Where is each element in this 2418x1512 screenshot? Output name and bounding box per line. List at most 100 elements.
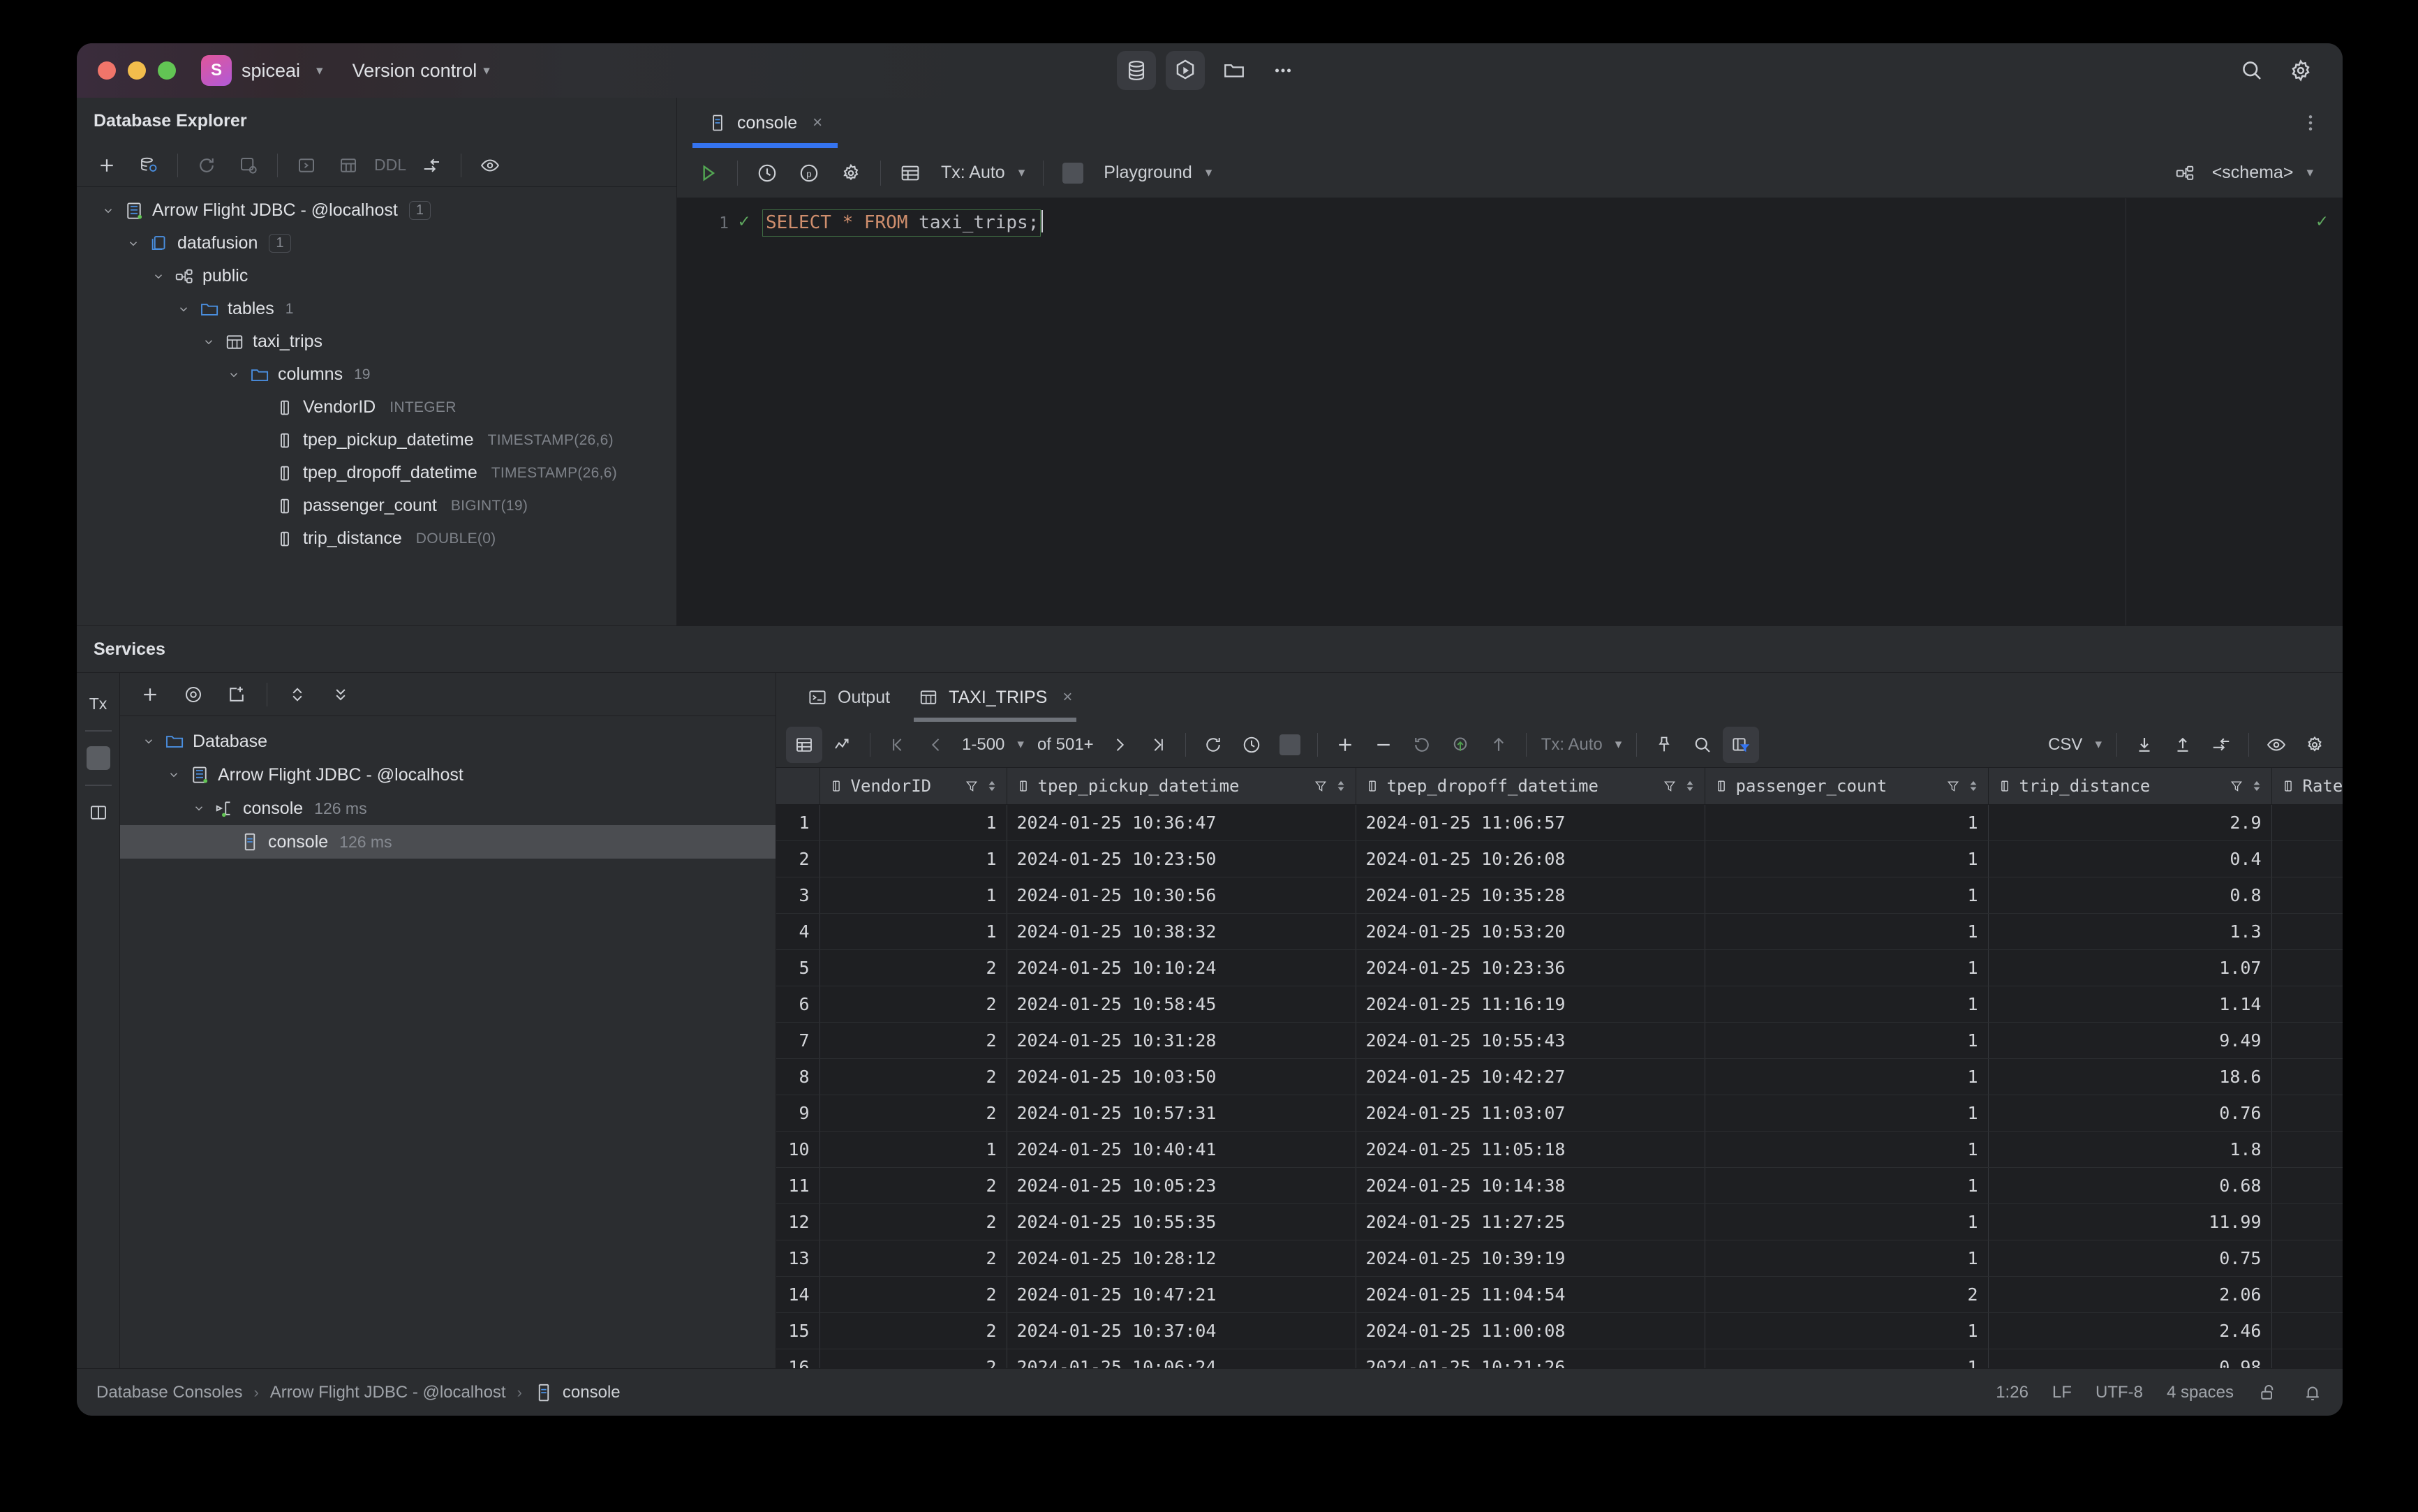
chevron-down-icon[interactable] [162, 769, 186, 781]
indent-setting[interactable]: 4 spaces [2167, 1383, 2234, 1402]
submit-icon[interactable] [1442, 727, 1478, 763]
row-number-cell[interactable]: 9 [776, 1095, 820, 1132]
chevron-down-icon[interactable] [96, 205, 120, 217]
version-control-menu[interactable]: Version control ▾ [353, 60, 490, 82]
cell-pickup-datetime[interactable]: 2024-01-25 10:40:41 [1007, 1131, 1356, 1168]
parameters-icon[interactable]: p [789, 154, 829, 193]
stop-icon[interactable] [1272, 727, 1308, 763]
row-number-cell[interactable]: 15 [776, 1312, 820, 1349]
search-icon[interactable] [2239, 58, 2264, 83]
run-icon[interactable] [688, 154, 727, 193]
cell-passenger-count[interactable]: 1 [1705, 1022, 1989, 1059]
table-row[interactable]: 11 2 2024-01-25 10:05:23 2024-01-25 10:14:3… [776, 1167, 2343, 1204]
cell-vendorid[interactable]: 1 [819, 877, 1007, 914]
cell-rate[interactable] [2271, 1022, 2343, 1059]
cell-dropoff-datetime[interactable]: 2024-01-25 10:35:28 [1356, 877, 1705, 914]
chevron-down-icon[interactable] [121, 237, 145, 250]
cell-rate[interactable] [2271, 1312, 2343, 1349]
revert-icon[interactable] [1404, 727, 1440, 763]
settings-icon[interactable] [831, 154, 870, 193]
cell-passenger-count[interactable]: 1 [1705, 1349, 1989, 1368]
cell-pickup-datetime[interactable]: 2024-01-25 10:55:35 [1007, 1203, 1356, 1240]
cell-pickup-datetime[interactable]: 2024-01-25 10:31:28 [1007, 1022, 1356, 1059]
history-icon[interactable] [748, 154, 787, 193]
db-tree-item[interactable]: tpep_pickup_datetime TIMESTAMP(26,6) [77, 424, 676, 457]
table-editor-icon[interactable] [329, 147, 367, 184]
cell-vendorid[interactable]: 1 [819, 840, 1007, 877]
preview-icon[interactable] [175, 676, 212, 713]
cell-dropoff-datetime[interactable]: 2024-01-25 10:55:43 [1356, 1022, 1705, 1059]
cell-trip-distance[interactable]: 2.46 [1988, 1312, 2272, 1349]
code-text[interactable]: SELECT * FROM taxi_trips; ✓ [737, 198, 2343, 625]
sql-code-area[interactable]: 1 ✓ SELECT * FROM taxi_trips; ✓ [677, 198, 2343, 625]
last-page-icon[interactable] [1140, 727, 1176, 763]
cell-passenger-count[interactable]: 2 [1705, 1276, 1989, 1313]
services-tree-item[interactable]: Arrow Flight JDBC - @localhost [120, 758, 776, 792]
collapse-all-icon[interactable] [322, 676, 359, 713]
cell-dropoff-datetime[interactable]: 2024-01-25 11:03:07 [1356, 1095, 1705, 1132]
breadcrumb-item[interactable]: Database Consoles [96, 1383, 242, 1402]
cell-rate[interactable] [2271, 913, 2343, 950]
cell-pickup-datetime[interactable]: 2024-01-25 10:10:24 [1007, 949, 1356, 986]
table-row[interactable]: 7 2 2024-01-25 10:31:28 2024-01-25 10:55:43… [776, 1022, 2343, 1059]
chevron-down-icon[interactable] [222, 369, 246, 381]
row-number-cell[interactable]: 1 [776, 804, 820, 841]
row-number-cell[interactable]: 13 [776, 1240, 820, 1277]
sync-icon[interactable] [230, 147, 267, 184]
table-header-row[interactable]: VendorID tpep_pickup_datetime tpep_dropoff… [776, 768, 2343, 805]
column-header-tpep_dropoff_datetime[interactable]: tpep_dropoff_datetime [1356, 768, 1705, 805]
cell-vendorid[interactable]: 2 [819, 1095, 1007, 1132]
column-filter-icon[interactable] [1663, 779, 1677, 793]
cell-dropoff-datetime[interactable]: 2024-01-25 11:06:57 [1356, 804, 1705, 841]
cell-dropoff-datetime[interactable]: 2024-01-25 10:42:27 [1356, 1058, 1705, 1095]
cell-trip-distance[interactable]: 0.76 [1988, 1095, 2272, 1132]
column-sort-icon[interactable] [1335, 779, 1347, 793]
cell-trip-distance[interactable]: 0.75 [1988, 1240, 2272, 1277]
chevron-down-icon[interactable] [137, 735, 161, 748]
layout-icon[interactable] [77, 793, 119, 832]
row-number-cell[interactable]: 8 [776, 1058, 820, 1095]
db-tree-item[interactable]: columns 19 [77, 358, 676, 391]
cell-rate[interactable] [2271, 840, 2343, 877]
results-tab-bar[interactable]: Output TAXI_TRIPS × [776, 673, 2343, 722]
cell-trip-distance[interactable]: 1.8 [1988, 1131, 2272, 1168]
cell-rate[interactable] [2271, 1240, 2343, 1277]
cell-passenger-count[interactable]: 1 [1705, 1312, 1989, 1349]
preview-icon[interactable] [471, 147, 509, 184]
cell-vendorid[interactable]: 2 [819, 1203, 1007, 1240]
cell-passenger-count[interactable]: 1 [1705, 1203, 1989, 1240]
schema-selector[interactable]: <schema> ▾ [2204, 163, 2322, 183]
close-window-button[interactable] [98, 61, 116, 80]
chevron-down-icon[interactable] [147, 270, 170, 283]
cell-rate[interactable] [2271, 1095, 2343, 1132]
column-header-trip_distance[interactable]: trip_distance [1988, 768, 2272, 805]
column-header-vendorid[interactable]: VendorID [819, 768, 1007, 805]
cell-rate[interactable] [2271, 1058, 2343, 1095]
pin-icon[interactable] [1646, 727, 1682, 763]
services-tree-item[interactable]: console 126 ms [120, 792, 776, 825]
cell-vendorid[interactable]: 2 [819, 1349, 1007, 1368]
row-number-cell[interactable]: 6 [776, 986, 820, 1023]
caret-position[interactable]: 1:26 [1996, 1383, 2028, 1402]
cell-vendorid[interactable]: 2 [819, 949, 1007, 986]
cell-dropoff-datetime[interactable]: 2024-01-25 11:05:18 [1356, 1131, 1705, 1168]
db-tree-item[interactable]: public [77, 260, 676, 292]
cell-pickup-datetime[interactable]: 2024-01-25 10:05:23 [1007, 1167, 1356, 1204]
cell-trip-distance[interactable]: 2.06 [1988, 1276, 2272, 1313]
grid-transaction-selector[interactable]: Tx: Auto ▾ [1536, 735, 1628, 755]
cell-passenger-count[interactable]: 1 [1705, 1240, 1989, 1277]
cell-dropoff-datetime[interactable]: 2024-01-25 10:39:19 [1356, 1240, 1705, 1277]
breadcrumb[interactable]: Database Consoles › Arrow Flight JDBC - @l… [96, 1382, 621, 1403]
cell-trip-distance[interactable]: 2.9 [1988, 804, 2272, 841]
gear-icon[interactable] [2288, 58, 2313, 83]
new-tab-icon[interactable] [218, 676, 255, 713]
bell-icon[interactable] [2302, 1382, 2323, 1403]
cell-trip-distance[interactable]: 1.14 [1988, 986, 2272, 1023]
db-tree-item[interactable]: VendorID INTEGER [77, 391, 676, 424]
breadcrumb-item[interactable]: console [533, 1382, 621, 1403]
cell-vendorid[interactable]: 1 [819, 804, 1007, 841]
row-number-cell[interactable]: 5 [776, 949, 820, 986]
prev-page-icon[interactable] [918, 727, 954, 763]
table-body[interactable]: 1 1 2024-01-25 10:36:47 2024-01-25 11:06:57… [776, 804, 2343, 1368]
folder-icon[interactable] [1215, 51, 1254, 90]
